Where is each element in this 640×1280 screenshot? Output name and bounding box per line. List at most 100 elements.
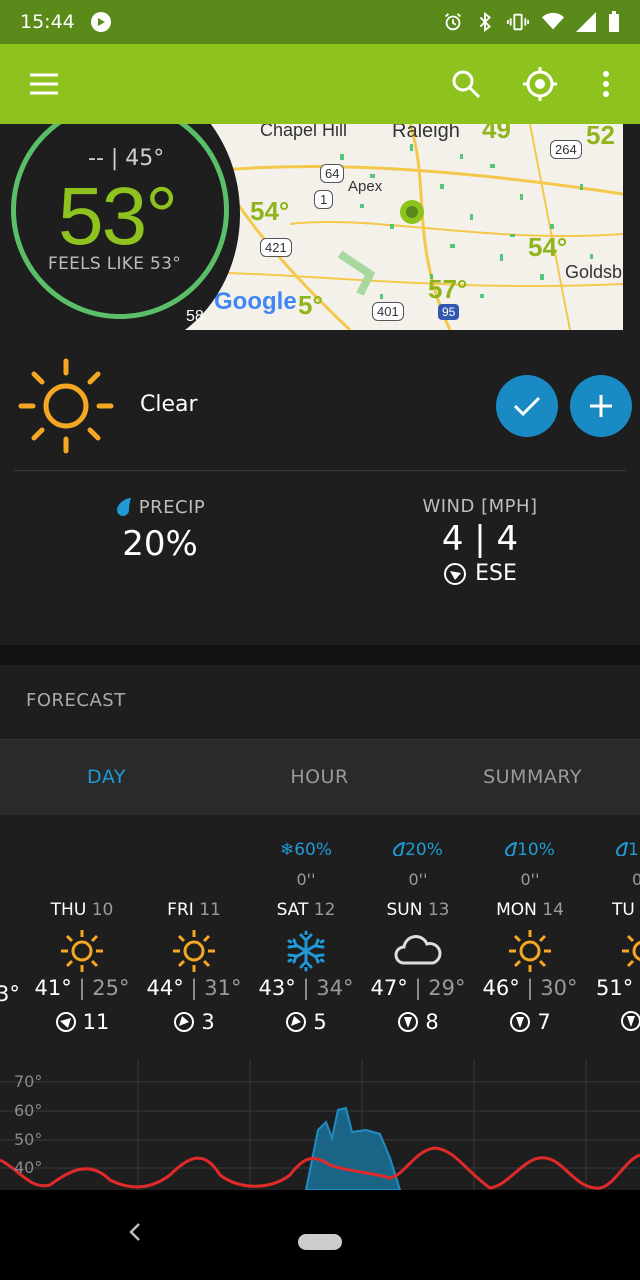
map-temp-label: 58: [186, 308, 204, 325]
forecast-day-sat[interactable]: ❄60% 0'' SAT 12 43° | 34° 5: [250, 840, 362, 1034]
add-button[interactable]: [570, 375, 632, 437]
wind-direction-icon: [55, 1012, 76, 1032]
forecast-day-partial[interactable]: 1 0 TU 51°: [586, 840, 640, 1032]
precip-value: 20%: [122, 524, 198, 564]
interstate-shield: 95: [438, 304, 460, 320]
condition-label: Clear: [140, 392, 198, 417]
plus-icon: [590, 395, 612, 417]
day-name: SAT: [276, 900, 309, 920]
wind-direction-label: ESE: [475, 561, 517, 586]
locate-button[interactable]: [516, 60, 564, 108]
wifi-icon: [542, 12, 564, 30]
raindrop-icon: [615, 841, 629, 857]
day-wind: 3: [201, 1010, 215, 1034]
graph-y-label: 40°: [14, 1158, 43, 1177]
back-button[interactable]: [128, 1220, 142, 1250]
wind-direction-icon: [286, 1012, 307, 1032]
hi-lo-today: -- | 45°: [88, 146, 165, 171]
map-city-label: Chapel Hill: [260, 124, 348, 140]
wind-direction: ESE: [380, 561, 580, 586]
highway-shield: 264: [550, 140, 582, 159]
crosshair-icon: [523, 67, 557, 101]
map-temp-label: 52: [586, 124, 615, 150]
status-bar: 15:44: [0, 0, 640, 44]
tab-hour[interactable]: HOUR: [213, 766, 426, 788]
sun-icon: [173, 930, 215, 972]
day-high: 43°: [258, 976, 296, 1000]
back-chevron-icon: [129, 1223, 140, 1241]
graph-y-label: 60°: [14, 1101, 43, 1120]
current-temperature[interactable]: 53°: [58, 170, 178, 264]
map-temp-label: 54°: [250, 196, 290, 226]
sun-icon: [18, 358, 114, 454]
forecast-day-thu[interactable]: THU 10 41° | 25° 11: [26, 840, 138, 1034]
map-city-label: Raleigh: [392, 124, 460, 142]
day-high: 47°: [370, 976, 408, 1000]
wind-direction-icon: [621, 1011, 640, 1031]
map-temp-label: 54°: [528, 232, 568, 262]
temperature-graph[interactable]: 70° 60° 50° 40°: [0, 1060, 640, 1190]
forecast-tabs: DAY HOUR SUMMARY: [0, 739, 640, 815]
map-temp-label: 57°: [428, 274, 468, 304]
day-number: 14: [542, 900, 564, 920]
search-button[interactable]: [442, 60, 490, 108]
wind-direction-icon: [174, 1012, 195, 1032]
day-low: 31°: [204, 976, 242, 1000]
more-options-button[interactable]: [582, 60, 630, 108]
day-name: THU: [50, 900, 87, 920]
highway-shield: 64: [320, 164, 345, 183]
map-city-label: Goldsb: [565, 262, 623, 282]
day-number: 10: [91, 900, 114, 920]
day-high: 46°: [482, 976, 520, 1000]
day-wind: 8: [425, 1010, 439, 1034]
snowflake-icon: [287, 930, 325, 972]
day-amount: 0'': [296, 870, 316, 889]
forecast-day-fri[interactable]: FRI 11 44° | 31° 3: [138, 840, 250, 1034]
menu-button[interactable]: [20, 60, 68, 108]
map-city-label: Apex: [348, 178, 383, 195]
day-wind: 11: [82, 1010, 110, 1034]
home-pill-button[interactable]: [298, 1234, 342, 1250]
tab-summary[interactable]: SUMMARY: [426, 766, 639, 788]
raindrop-icon: [505, 841, 518, 857]
precip-label: PRECIP: [138, 497, 206, 518]
day-precip: 20%: [405, 840, 443, 860]
forecast-day-sun[interactable]: 20% 0'' SUN 13 47° | 29° 8: [362, 840, 474, 1034]
day-amount: 0'': [520, 870, 540, 889]
day-number: 11: [199, 900, 221, 920]
wind-direction-icon: [398, 1012, 419, 1032]
alarm-icon: [445, 13, 461, 31]
tab-day[interactable]: DAY: [0, 766, 213, 788]
feels-like: FEELS LIKE 53°: [48, 254, 182, 274]
precip-header: PRECIP: [60, 496, 260, 518]
confirm-button[interactable]: [496, 375, 558, 437]
day-precip: 1: [628, 840, 639, 860]
current-conditions-hero: Chapel Hill Raleigh Apex Goldsb 49 52 54…: [0, 124, 640, 334]
graph-y-label: 50°: [14, 1130, 43, 1149]
app-notification-icon: [90, 12, 111, 32]
forecast-day-mon[interactable]: 10% 0'' MON 14 46° | 30° 7: [474, 840, 586, 1034]
sun-icon: [622, 934, 640, 968]
battery-icon: [609, 11, 619, 32]
day-name: TU: [612, 900, 635, 920]
divider: [14, 470, 626, 471]
raindrop-icon: [393, 841, 406, 857]
day-amount: 0'': [408, 870, 428, 889]
check-icon: [513, 396, 541, 417]
day-high: 51°: [596, 976, 634, 1000]
sun-icon: [509, 930, 551, 972]
day-name: FRI: [167, 900, 194, 920]
section-separator: [0, 645, 640, 665]
more-vert-icon: [603, 71, 609, 97]
day-name: SUN: [386, 900, 423, 920]
day-number: 13: [427, 900, 450, 920]
day-name: MON: [496, 900, 537, 920]
search-icon: [452, 70, 481, 99]
wind-stat: WIND [MPH] 4 | 4 ESE: [380, 496, 580, 586]
day-low: 34°: [316, 976, 354, 1000]
condition-row: Clear: [0, 345, 640, 465]
signal-icon: [576, 12, 596, 32]
day-low: 30°: [540, 976, 578, 1000]
highway-shield: 401: [372, 302, 404, 321]
sun-icon: [61, 930, 103, 972]
